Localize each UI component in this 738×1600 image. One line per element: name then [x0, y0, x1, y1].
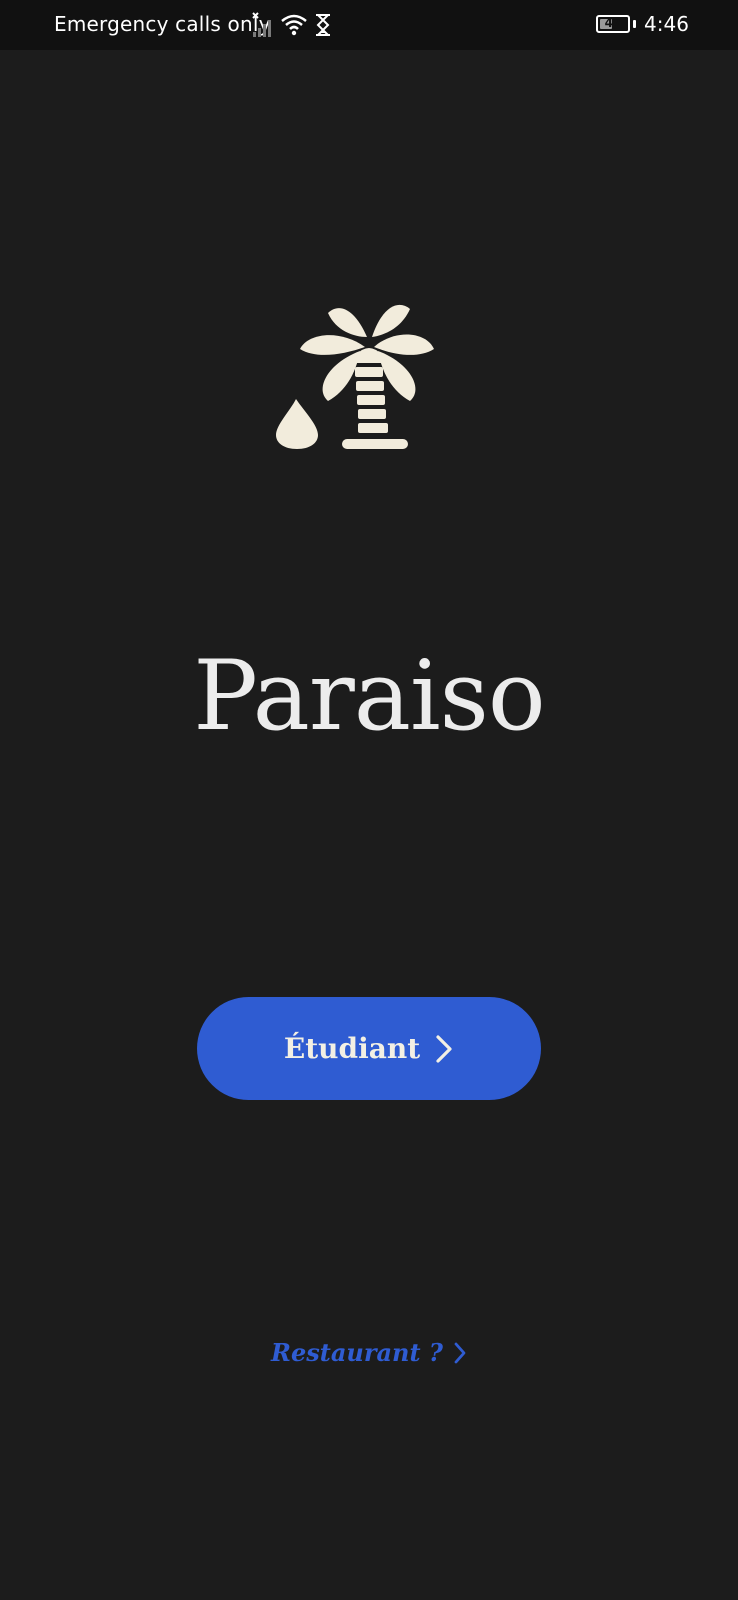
- palm-tree-icon: [276, 304, 434, 449]
- battery-level: 47: [604, 16, 622, 30]
- restaurant-link-label: Restaurant ?: [271, 1338, 443, 1367]
- chevron-right-icon: [436, 1034, 452, 1063]
- no-signal-icon: [252, 12, 271, 37]
- carrier-status-text: Emergency calls only: [54, 12, 271, 36]
- wifi-icon: [281, 14, 307, 36]
- chevron-right-icon: [454, 1342, 466, 1363]
- clock: 4:46: [644, 12, 689, 36]
- student-button-label: Étudiant: [283, 1032, 421, 1065]
- hourglass-icon: [316, 14, 330, 36]
- status-icons: [250, 10, 332, 40]
- restaurant-link[interactable]: Restaurant ?: [0, 1338, 738, 1367]
- battery-icon: 47: [596, 15, 630, 33]
- student-button[interactable]: Étudiant: [197, 997, 541, 1100]
- app-title: Paraiso: [193, 640, 545, 752]
- battery-tip: [633, 20, 636, 28]
- status-bar: Emergency calls only 47 4:46: [0, 0, 738, 50]
